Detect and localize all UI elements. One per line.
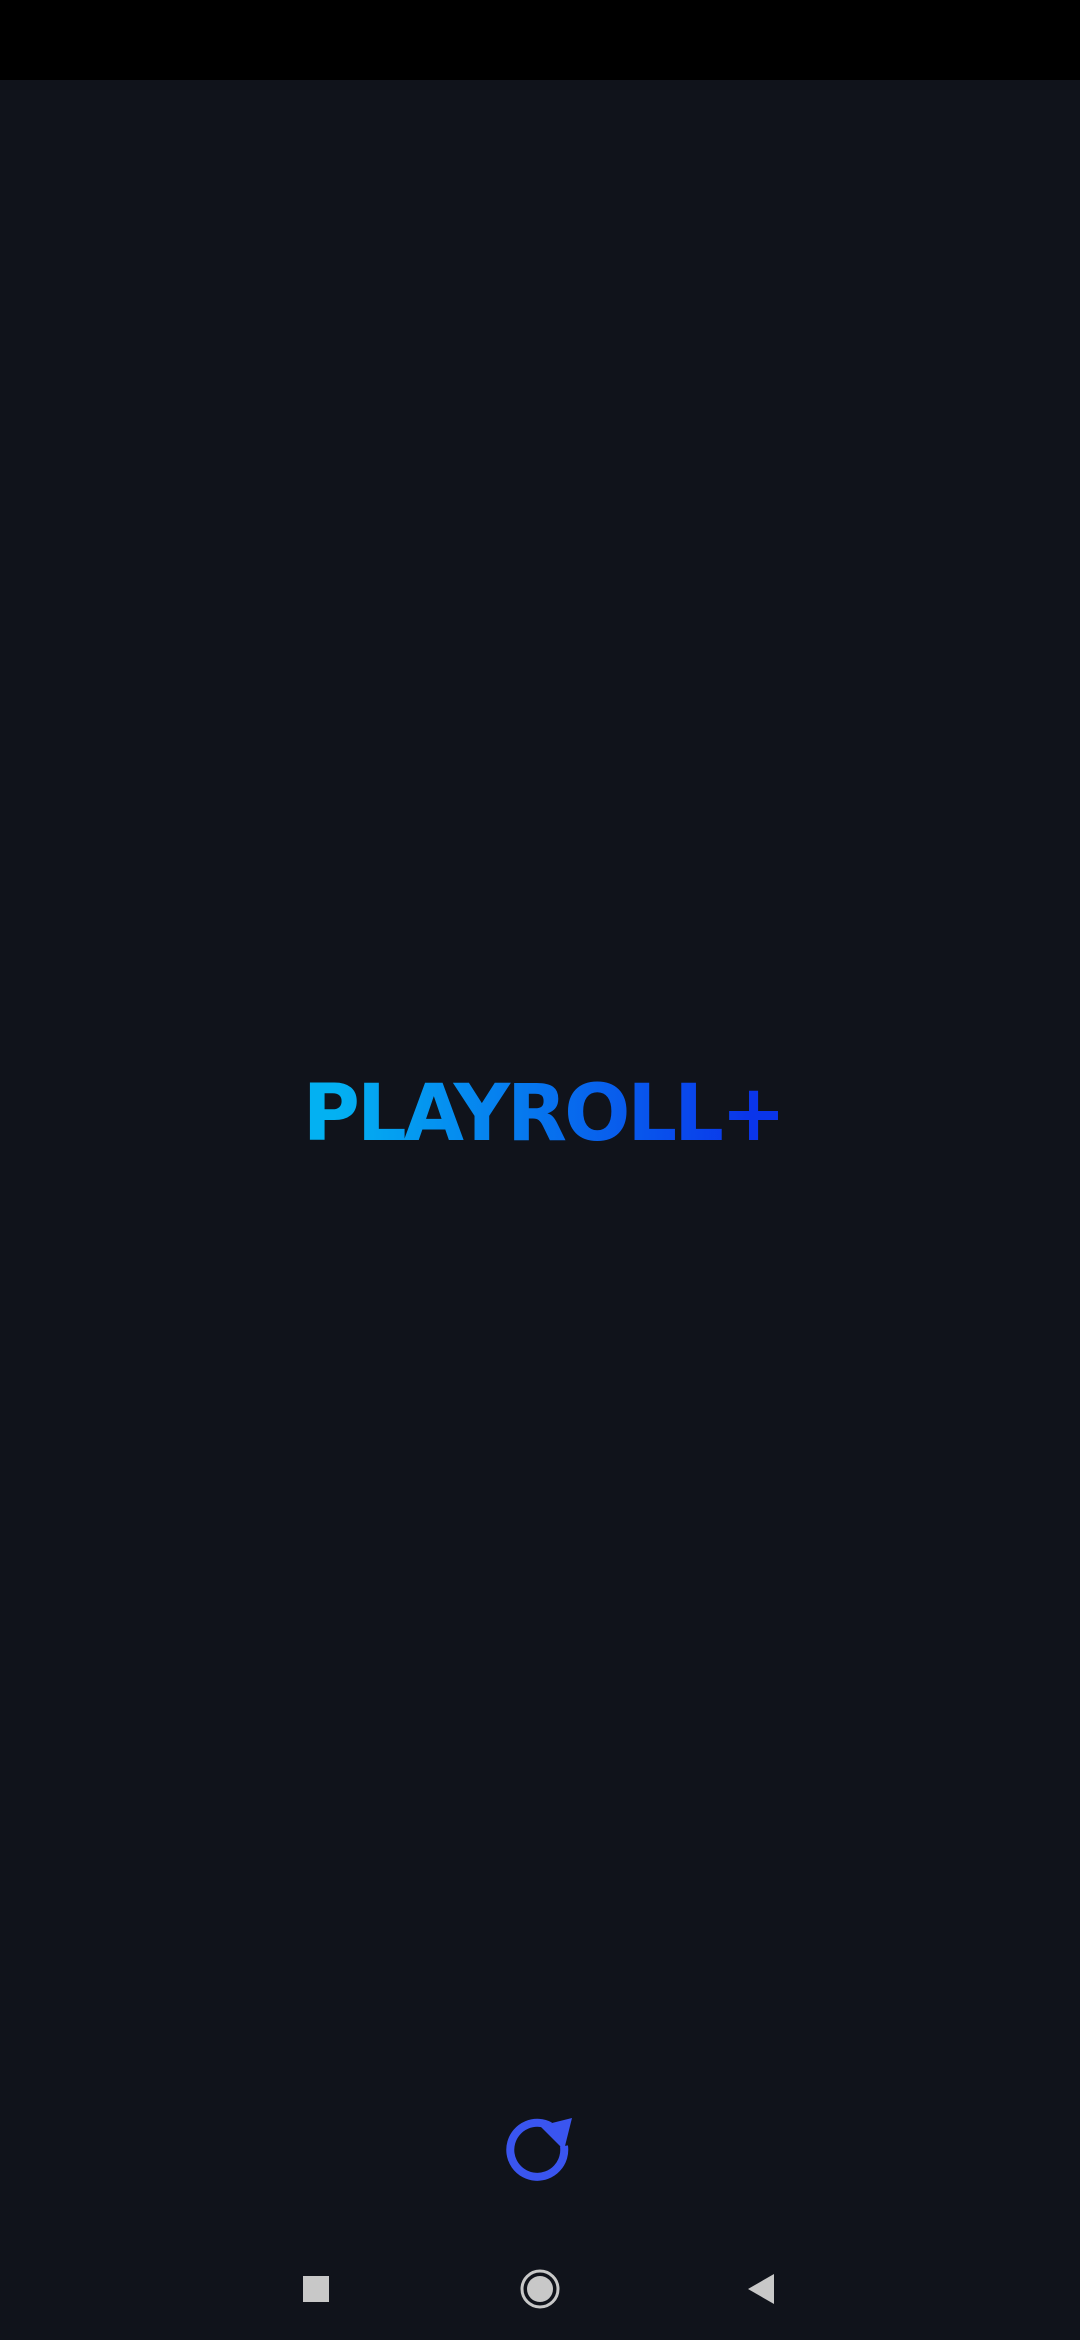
- nav-recents-button[interactable]: [266, 2240, 366, 2340]
- reload-button[interactable]: [500, 2112, 580, 2192]
- triangle-back-icon: [748, 2274, 774, 2304]
- square-icon: [303, 2276, 329, 2302]
- status-bar: [0, 0, 1080, 80]
- navigation-bar: [0, 2240, 1080, 2340]
- nav-back-button[interactable]: [710, 2240, 810, 2340]
- splash-screen: PLAYROLL+: [0, 0, 1080, 2340]
- nav-home-button[interactable]: [490, 2240, 590, 2340]
- app-logo: PLAYROLL+: [0, 1060, 1080, 1150]
- reload-icon: [506, 2118, 572, 2181]
- logo-text: PLAYROLL+: [303, 1069, 783, 1150]
- circle-icon: [520, 2269, 560, 2309]
